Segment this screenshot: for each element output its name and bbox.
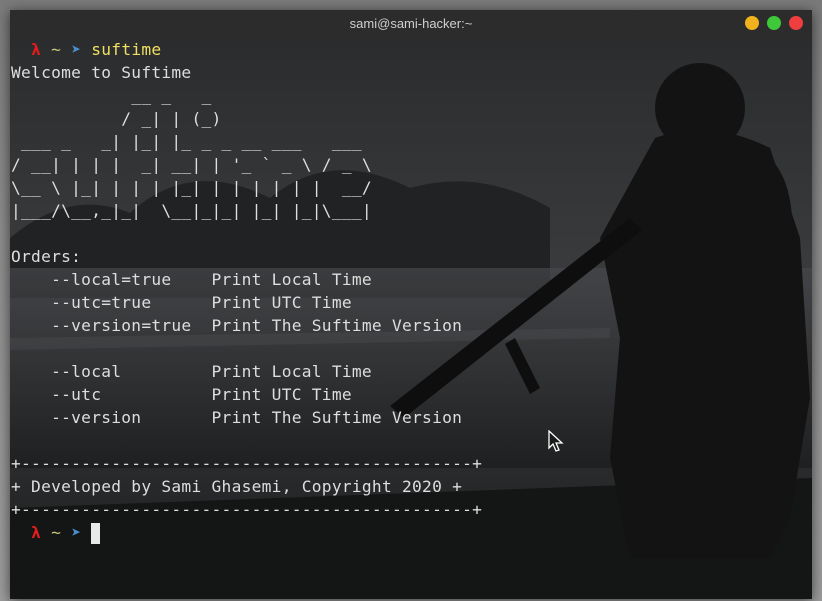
order-row: --utc Print UTC Time <box>11 383 352 406</box>
ascii-art-line: / _| | (_) <box>11 109 222 128</box>
close-button[interactable] <box>789 16 803 30</box>
order-row: --local=true Print Local Time <box>11 268 372 291</box>
border-line-bottom: +---------------------------------------… <box>11 500 483 519</box>
orders-heading: Orders: <box>11 247 82 266</box>
order-flag: --local=true <box>11 270 212 289</box>
credit-line: + Developed by Sami Ghasemi, Copyright 2… <box>11 477 463 496</box>
ascii-art-line: |___/\__,_|_| \__|_|_| |_| |_|\___| <box>11 201 372 220</box>
text-cursor[interactable] <box>91 523 101 544</box>
ascii-art-line: / __| | | | _| __| | '_ ` _ \ / _ \ <box>11 155 372 174</box>
mouse-pointer-icon <box>548 430 564 452</box>
window-title: sami@sami-hacker:~ <box>349 16 473 31</box>
home-indicator: ~ <box>51 40 62 59</box>
prompt-arrow-icon: ➤ <box>71 523 82 542</box>
maximize-button[interactable] <box>767 16 781 30</box>
order-flag: --version <box>11 408 212 427</box>
order-description: Print UTC Time <box>211 293 352 312</box>
order-row: --utc=true Print UTC Time <box>11 291 352 314</box>
order-description: Print Local Time <box>211 362 372 381</box>
ascii-art-line: \__ \ |_| | | | |_| | | | | | | __/ <box>11 178 372 197</box>
welcome-text: Welcome to Suftime <box>11 63 192 82</box>
order-flag: --utc=true <box>11 293 212 312</box>
terminal-window: sami@sami-hacker:~ λ ~ ➤ suftime Welcome… <box>10 10 812 599</box>
prompt-line: λ ~ ➤ suftime <box>11 38 161 61</box>
border-line-top: +---------------------------------------… <box>11 454 483 473</box>
order-description: Print UTC Time <box>211 385 352 404</box>
order-description: Print The Suftime Version <box>211 408 463 427</box>
order-row: --version Print The Suftime Version <box>11 406 462 429</box>
lambda-icon: λ <box>31 523 42 542</box>
prompt-arrow-icon: ➤ <box>71 40 82 59</box>
command-text: suftime <box>91 40 162 59</box>
prompt-line: λ ~ ➤ <box>11 521 101 544</box>
order-description: Print Local Time <box>211 270 372 289</box>
order-description: Print The Suftime Version <box>211 316 463 335</box>
order-row: --version=true Print The Suftime Version <box>11 314 462 337</box>
lambda-icon: λ <box>31 40 42 59</box>
home-indicator: ~ <box>51 523 62 542</box>
order-flag: --utc <box>11 385 212 404</box>
ascii-art-line: __ _ _ <box>11 86 212 105</box>
order-flag: --local <box>11 362 212 381</box>
title-bar[interactable]: sami@sami-hacker:~ <box>10 10 812 38</box>
minimize-button[interactable] <box>745 16 759 30</box>
ascii-art-line: ___ _ _| |_| |_ _ _ __ ___ ___ <box>11 132 362 151</box>
order-row: --local Print Local Time <box>11 360 372 383</box>
order-flag: --version=true <box>11 316 212 335</box>
terminal-area[interactable]: λ ~ ➤ suftime Welcome to Suftime __ _ _ … <box>10 38 812 599</box>
